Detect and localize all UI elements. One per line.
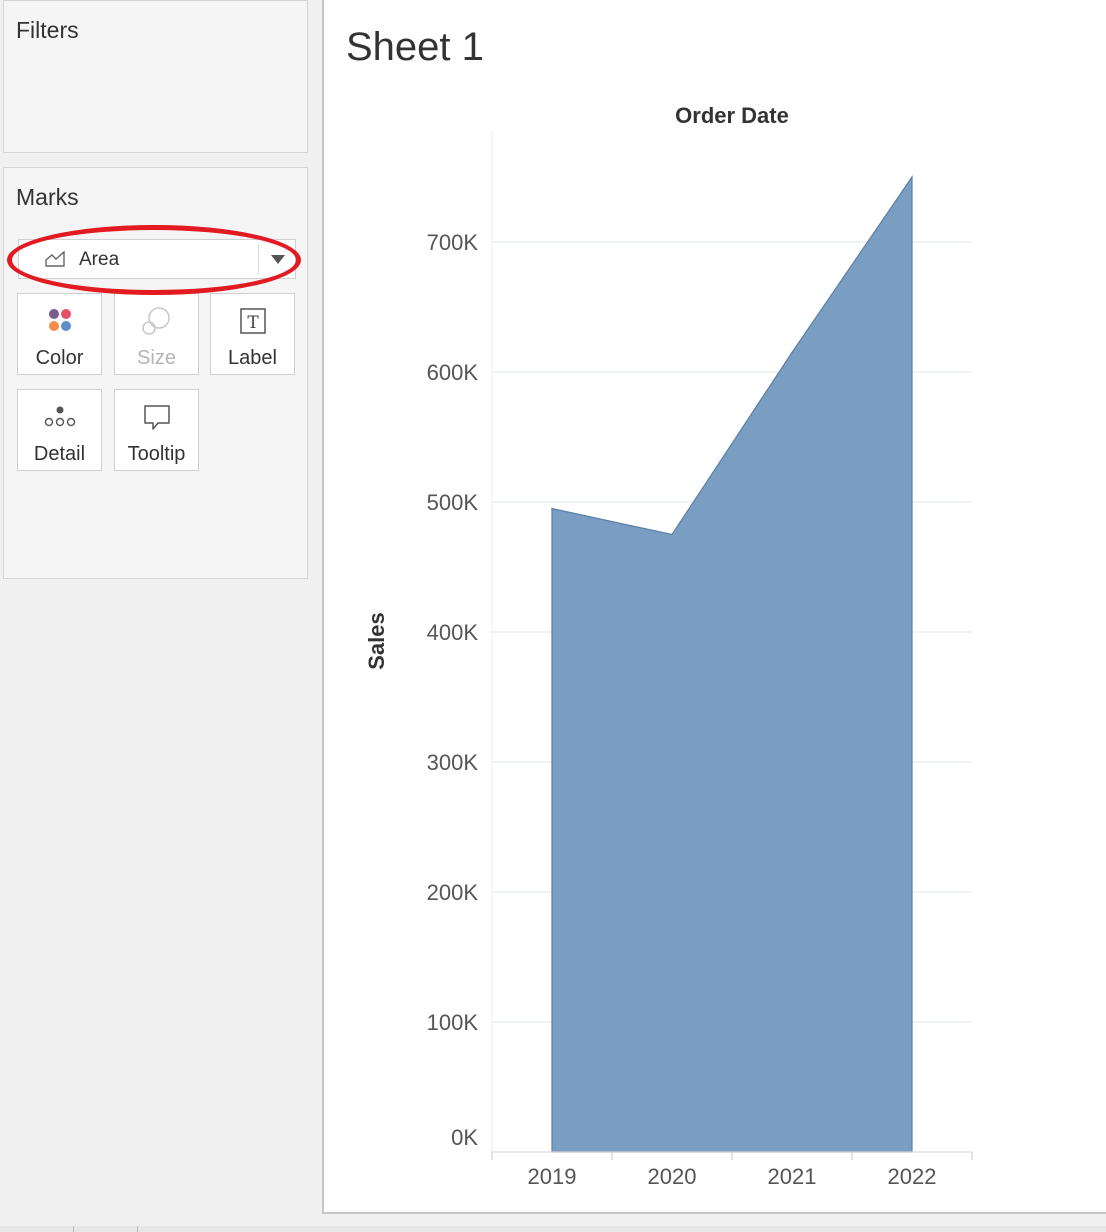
chart-title: Order Date	[675, 103, 789, 128]
area-series-path	[551, 175, 913, 1153]
color-dots-icon	[48, 309, 71, 331]
detail-button[interactable]: Detail	[17, 389, 102, 471]
svg-text:T: T	[247, 313, 259, 333]
dropdown-divider	[258, 244, 259, 274]
tooltip-label: Tooltip	[127, 443, 186, 465]
speech-bubble-icon	[143, 405, 170, 430]
x-tick-label: 2019	[528, 1164, 577, 1189]
label-label: Label	[228, 347, 277, 369]
worksheet-view: Sheet 1 Order Date Sales 0K 100K 200K 300K 4…	[322, 0, 1106, 1214]
y-tick-label: 700K	[427, 230, 479, 255]
mark-type-dropdown[interactable]: Area	[18, 239, 296, 279]
filters-shelf[interactable]: Filters	[3, 0, 308, 153]
x-tick-label: 2020	[648, 1164, 697, 1189]
label-button[interactable]: T Label	[210, 293, 295, 375]
area-chart: Order Date Sales 0K 100K 200K 300K 400K 500K 6…	[364, 103, 973, 1189]
detail-label: Detail	[33, 443, 86, 465]
size-label: Size	[137, 347, 176, 369]
bottom-tab-bar	[0, 1226, 1106, 1232]
marks-title: Marks	[16, 184, 79, 210]
x-tick-label: 2021	[768, 1164, 817, 1189]
y-tick-label: 300K	[427, 750, 479, 775]
text-label-icon: T	[239, 308, 266, 334]
area-point	[911, 176, 913, 178]
area-series	[551, 175, 913, 1153]
y-tick-label: 200K	[427, 880, 479, 905]
filters-title: Filters	[16, 17, 79, 43]
color-button[interactable]: Color	[17, 293, 102, 375]
tab-separator	[137, 1226, 138, 1232]
color-label: Color	[35, 347, 84, 369]
y-tick-label: 0K	[451, 1125, 478, 1150]
y-tick-label: 600K	[427, 360, 479, 385]
y-axis-title: Sales	[364, 612, 389, 670]
tooltip-button[interactable]: Tooltip	[114, 389, 199, 471]
size-button[interactable]: Size	[114, 293, 199, 375]
area-point	[671, 533, 673, 536]
y-tick-label: 100K	[427, 1010, 479, 1035]
size-circles-icon	[141, 307, 170, 335]
marks-card: Marks Area Color Size T Label Detail Too…	[3, 167, 308, 579]
detail-dots-icon	[44, 406, 75, 427]
tab-separator	[73, 1226, 74, 1232]
mark-type-label: Area	[79, 249, 120, 270]
y-tick-label: 500K	[427, 490, 479, 515]
x-tick-label: 2022	[888, 1164, 937, 1189]
chevron-down-icon[interactable]	[271, 255, 285, 264]
y-tick-label: 400K	[427, 620, 479, 645]
area-point	[551, 507, 553, 510]
area-point	[791, 351, 793, 354]
area-chart-icon	[45, 251, 65, 267]
